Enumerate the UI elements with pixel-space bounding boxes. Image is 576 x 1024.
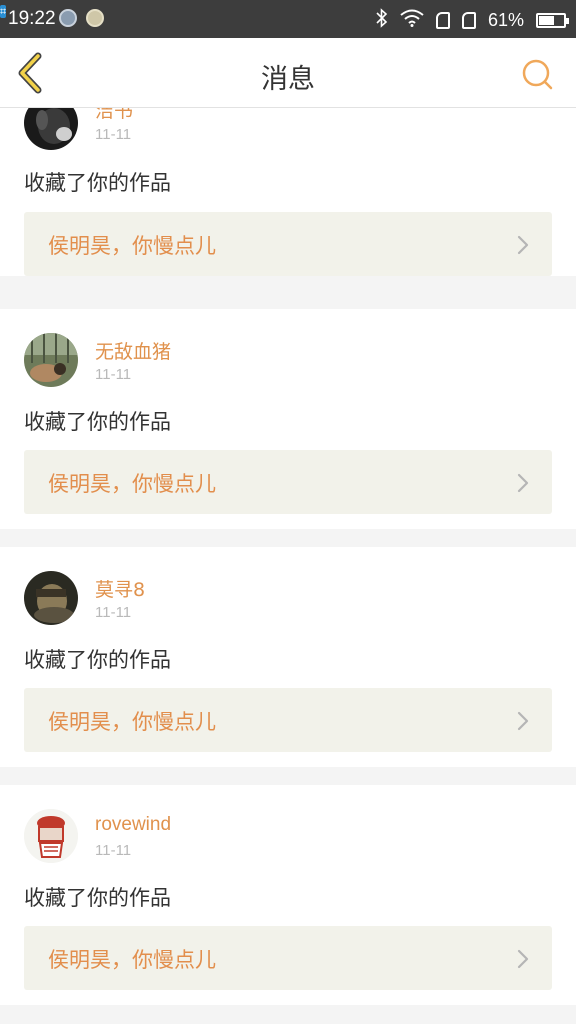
- status-time: 19:22: [8, 8, 56, 29]
- avatar[interactable]: [24, 108, 78, 150]
- search-icon[interactable]: [520, 57, 554, 91]
- message-action-text: 收藏了你的作品: [24, 886, 171, 910]
- page-title: 消息: [261, 64, 315, 95]
- chevron-right-icon: [516, 472, 530, 494]
- work-link[interactable]: 侯明昊，你慢点儿: [24, 926, 552, 990]
- work-title: 侯明昊，你慢点儿: [48, 472, 216, 496]
- message-date: 11-11: [95, 126, 132, 143]
- message-action-text: 收藏了你的作品: [24, 410, 171, 434]
- message-username[interactable]: 莫寻8: [95, 575, 145, 602]
- chevron-right-icon: [516, 234, 530, 256]
- chevron-right-icon: [516, 710, 530, 732]
- work-link[interactable]: 侯明昊，你慢点儿: [24, 212, 552, 276]
- message-card: 洁书 11-11 收藏了你的作品 侯明昊，你慢点儿: [0, 108, 576, 276]
- message-date: 11-11: [95, 366, 132, 383]
- battery-percent: 61%: [487, 10, 524, 30]
- work-link[interactable]: 侯明昊，你慢点儿: [24, 688, 552, 752]
- message-date: 11-11: [95, 604, 132, 621]
- message-date: 11-11: [95, 842, 132, 859]
- message-username[interactable]: 无敌血猪: [95, 337, 171, 364]
- nav-bar: 消息: [0, 38, 576, 108]
- message-username[interactable]: rovewind: [95, 814, 171, 836]
- scan-app-icon: ⌗: [0, 5, 7, 18]
- status-bar: 19:22 ⌗ 61%: [0, 0, 576, 38]
- work-title: 侯明昊，你慢点儿: [48, 710, 216, 734]
- avatar[interactable]: [24, 333, 78, 387]
- work-title: 侯明昊，你慢点儿: [48, 234, 216, 258]
- message-card: rovewind 11-11 收藏了你的作品 侯明昊，你慢点儿: [0, 785, 576, 1005]
- avatar[interactable]: [24, 809, 78, 863]
- work-link[interactable]: 侯明昊，你慢点儿: [24, 450, 552, 514]
- battery-fill: [539, 16, 554, 25]
- message-action-text: 收藏了你的作品: [24, 648, 171, 672]
- message-card: 莫寻8 11-11 收藏了你的作品 侯明昊，你慢点儿: [0, 547, 576, 767]
- work-title: 侯明昊，你慢点儿: [48, 948, 216, 972]
- wifi-icon: [400, 9, 424, 32]
- chevron-right-icon: [516, 948, 530, 970]
- message-card: 无敌血猪 11-11 收藏了你的作品 侯明昊，你慢点儿: [0, 309, 576, 529]
- message-username[interactable]: 洁书: [95, 108, 133, 123]
- sim-card-icon: [461, 12, 476, 29]
- app-notification-icon: [86, 9, 104, 27]
- app-notification-icon: [59, 9, 77, 27]
- bluetooth-icon: [376, 8, 388, 33]
- message-feed[interactable]: 洁书 11-11 收藏了你的作品 侯明昊，你慢点儿 无敌血猪 11-11 收藏了…: [0, 108, 576, 1024]
- avatar[interactable]: [24, 571, 78, 625]
- battery-icon: [536, 13, 569, 28]
- sim-card-icon: [435, 12, 450, 29]
- message-action-text: 收藏了你的作品: [24, 171, 171, 195]
